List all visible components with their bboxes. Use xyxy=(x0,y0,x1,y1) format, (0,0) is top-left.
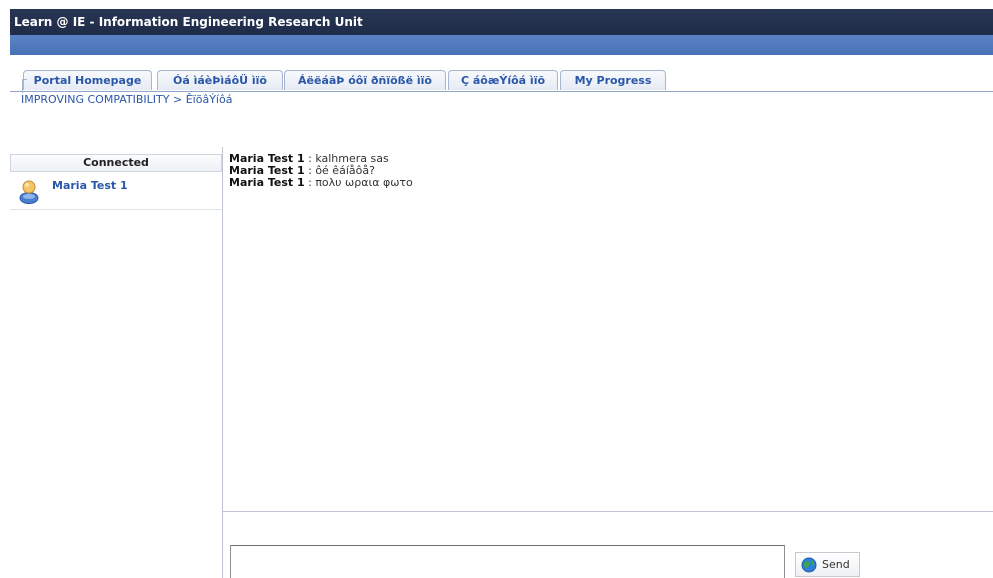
page: Learn @ IE - Information Engineering Res… xyxy=(0,0,993,578)
window-title: Learn @ IE - Information Engineering Res… xyxy=(10,9,993,35)
user-icon xyxy=(19,180,39,204)
connected-header: Connected xyxy=(10,154,222,172)
tab-bar: Portal Homepage Óá ìáèÞìáôÜ ìïõ ÁëëáãÞ ó… xyxy=(10,70,993,93)
breadcrumb: IMPROVING COMPATIBILITY > ÊïõâÝíôá xyxy=(21,93,232,106)
message-author: Maria Test 1 xyxy=(229,176,305,189)
tab-my-courses[interactable]: Óá ìáèÞìáôÜ ìïõ xyxy=(157,70,283,90)
connected-user-name[interactable]: Maria Test 1 xyxy=(52,179,128,192)
send-label: Send xyxy=(822,558,850,571)
breadcrumb-current-link[interactable]: ÊïõâÝíôá xyxy=(186,93,233,106)
tab-label: Portal Homepage xyxy=(33,74,142,87)
breadcrumb-course-link[interactable]: IMPROVING COMPATIBILITY xyxy=(21,93,170,106)
tab-label: ÁëëáãÞ óôï ðñïößë ìïõ xyxy=(298,74,432,87)
chat-message-input[interactable] xyxy=(230,545,785,578)
send-button[interactable]: Send xyxy=(795,552,860,577)
chat-messages: Maria Test 1 : kalhmera sas Maria Test 1… xyxy=(229,153,979,189)
tab-my-agenda[interactable]: Ç áôæÝíôá ìïõ xyxy=(448,70,558,90)
breadcrumb-separator: > xyxy=(169,93,186,106)
input-divider xyxy=(222,511,993,512)
tab-my-progress[interactable]: My Progress xyxy=(560,70,666,90)
chat-message: Maria Test 1 : πολυ ωραια φωτο xyxy=(229,177,979,189)
tab-label: Ç áôæÝíôá ìïõ xyxy=(460,74,546,87)
send-globe-icon xyxy=(801,557,817,573)
tab-edge xyxy=(22,79,27,93)
header-band xyxy=(10,35,993,55)
panel-divider xyxy=(222,147,223,578)
tab-label: Óá ìáèÞìáôÜ ìïõ xyxy=(173,74,267,87)
left-edge xyxy=(0,0,10,40)
message-text: πολυ ωραια φωτο xyxy=(315,176,413,189)
connected-user-row[interactable]: Maria Test 1 xyxy=(10,172,222,210)
tab-change-profile[interactable]: ÁëëáãÞ óôï ðñïößë ìïõ xyxy=(284,70,446,90)
tab-label: My Progress xyxy=(574,74,652,87)
tab-portal-homepage[interactable]: Portal Homepage xyxy=(22,70,152,93)
message-separator: : xyxy=(304,176,316,189)
